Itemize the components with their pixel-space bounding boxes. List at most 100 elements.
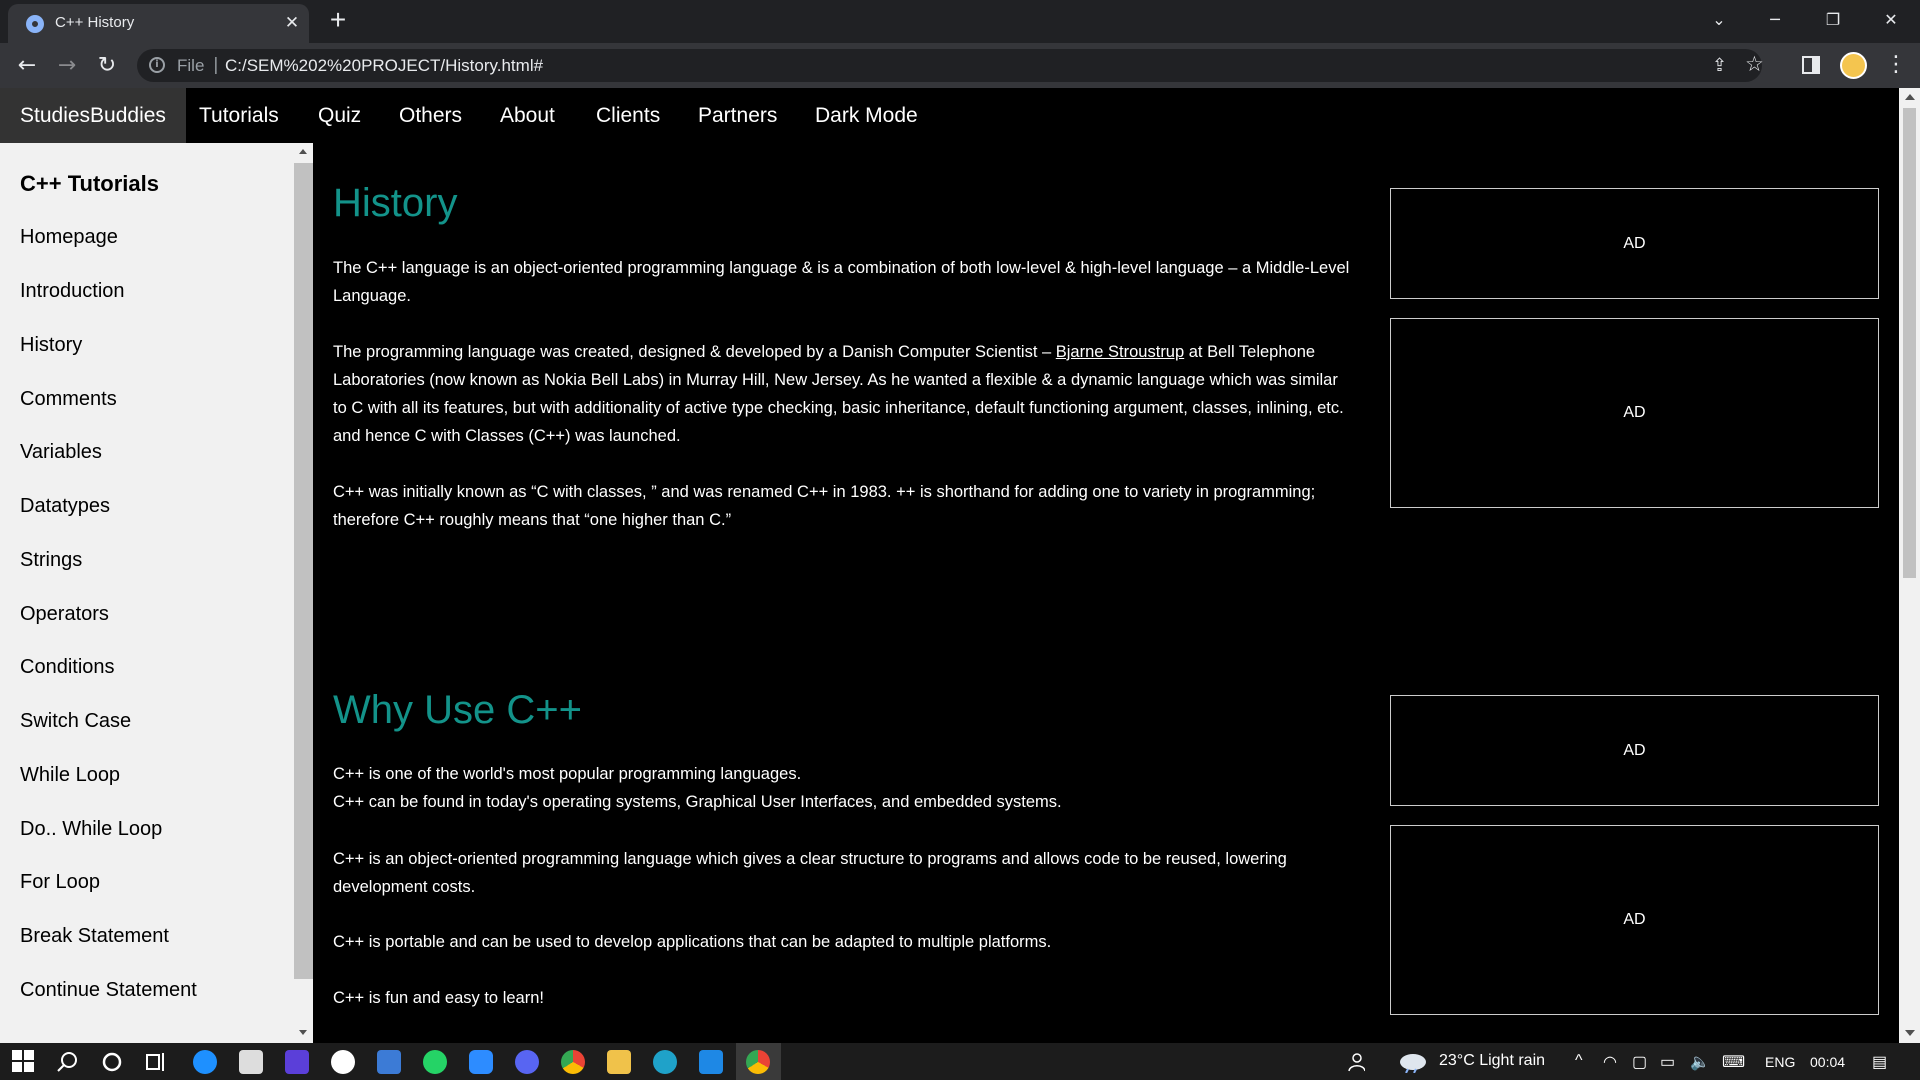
weather-cloud-icon[interactable] [1398,1051,1428,1074]
file-explorer-icon[interactable] [607,1050,631,1074]
nav-tutorials[interactable]: Tutorials [179,88,299,143]
ad-box[interactable]: AD [1390,825,1879,1015]
why-paragraph-4: C++ is portable and can be used to devel… [333,933,1052,951]
close-window-button[interactable]: ✕ [1876,6,1906,34]
why-paragraph-1: C++ is one of the world's most popular p… [333,765,802,783]
scroll-down-arrow-icon[interactable] [299,1030,307,1035]
sidebar-link-comments[interactable]: Comments [20,388,117,411]
separator: | [213,55,219,75]
keyboard-icon[interactable]: ⌨ [1722,1052,1745,1072]
ad-box[interactable]: AD [1390,188,1879,299]
people-icon[interactable] [1345,1052,1366,1072]
sidebar-title: C++ Tutorials [20,171,159,196]
why-paragraph-2: C++ can be found in today's operating sy… [333,793,1062,811]
sidebar-link-while-loop[interactable]: While Loop [20,764,120,787]
sidebar-link-conditions[interactable]: Conditions [20,656,115,679]
forward-button[interactable]: → [52,51,82,81]
sidebar-link-strings[interactable]: Strings [20,549,82,572]
weather-text[interactable]: 23°C Light rain [1439,1052,1545,1070]
paragraph-text: The programming language was created, de… [333,343,1056,361]
volume-icon[interactable]: 🔈 [1690,1052,1710,1072]
notifications-icon[interactable]: ▤ [1872,1052,1887,1072]
battery-icon[interactable]: ▭ [1660,1052,1675,1072]
edge-icon[interactable] [653,1050,677,1074]
scroll-down-arrow-icon[interactable] [1905,1030,1915,1036]
nav-dark-mode[interactable]: Dark Mode [795,88,938,143]
info-icon[interactable]: i [149,57,165,73]
tray-chevron-icon[interactable]: ^ [1575,1052,1583,1070]
back-button[interactable]: ← [12,51,42,81]
chrome-icon[interactable] [746,1050,770,1074]
app-icon[interactable] [193,1050,217,1074]
sidebar-link-introduction[interactable]: Introduction [20,280,125,303]
nav-quiz[interactable]: Quiz [298,88,381,143]
windows-start-icon[interactable] [12,1050,34,1072]
why-paragraph-3: C++ is an object-oriented programming la… [333,850,1287,896]
app-icon[interactable] [285,1050,309,1074]
sidebar-scroll-thumb[interactable] [294,163,313,979]
app-icon[interactable] [377,1050,401,1074]
bookmark-star-icon[interactable]: ☆ [1745,52,1764,76]
nav-others[interactable]: Others [379,88,482,143]
whatsapp-icon[interactable] [423,1050,447,1074]
page-scrollbar[interactable] [1899,88,1920,1043]
sidebar-link-history[interactable]: History [20,334,82,357]
sidebar: C++ Tutorials Homepage Introduction Hist… [0,143,313,1043]
sidebar-link-break-statement[interactable]: Break Statement [20,925,169,948]
ad-box[interactable]: AD [1390,318,1879,508]
sidebar-scrollbar[interactable] [294,143,313,1043]
profile-avatar[interactable] [1840,52,1867,79]
nav-partners[interactable]: Partners [678,88,797,143]
sidebar-link-switch-case[interactable]: Switch Case [20,710,131,733]
restore-button[interactable]: ❐ [1818,6,1848,34]
vscode-icon[interactable] [699,1050,723,1074]
scroll-up-arrow-icon[interactable] [1905,94,1915,100]
task-view-icon[interactable] [144,1050,168,1074]
sidebar-link-continue-statement[interactable]: Continue Statement [20,979,197,1002]
ad-box[interactable]: AD [1390,695,1879,806]
tab-search-icon[interactable]: ⌄ [1704,6,1734,34]
sidebar-link-do-while-loop[interactable]: Do.. While Loop [20,818,162,841]
nav-clients[interactable]: Clients [576,88,680,143]
share-icon[interactable]: ⇪ [1712,55,1727,76]
minimize-button[interactable]: ─ [1760,6,1790,34]
globe-icon [26,15,44,33]
url-text[interactable]: C:/SEM%202%20PROJECT/History.html# [225,56,543,76]
side-panel-icon[interactable] [1802,56,1820,74]
sidebar-link-homepage[interactable]: Homepage [20,226,118,249]
top-navigation: StudiesBuddies Tutorials Quiz Others Abo… [0,88,1899,143]
cortana-icon[interactable] [100,1050,124,1074]
browser-tab-strip: C++ History ✕ + ⌄ ─ ❐ ✕ [0,0,1920,43]
nav-brand[interactable]: StudiesBuddies [0,88,186,143]
sidebar-link-operators[interactable]: Operators [20,603,109,626]
tab-title: C++ History [55,14,135,31]
language-indicator[interactable]: ENG [1765,1054,1795,1070]
browser-menu-icon[interactable]: ⋮ [1885,51,1907,79]
page-scroll-thumb[interactable] [1903,108,1916,578]
history-paragraph-2: The programming language was created, de… [333,338,1353,450]
discord-icon[interactable] [515,1050,539,1074]
sidebar-link-for-loop[interactable]: For Loop [20,871,100,894]
zoom-icon[interactable] [469,1050,493,1074]
history-paragraph-3: C++ was initially known as “C with class… [333,483,1316,529]
history-heading: History [333,181,458,225]
browser-tab[interactable]: C++ History ✕ [8,4,309,43]
sidebar-link-datatypes[interactable]: Datatypes [20,495,110,518]
web-page: StudiesBuddies Tutorials Quiz Others Abo… [0,88,1899,1043]
address-bar[interactable]: i File | C:/SEM%202%20PROJECT/History.ht… [137,49,1764,82]
reload-button[interactable]: ↻ [92,51,122,81]
new-tab-button[interactable]: + [324,6,352,34]
close-tab-icon[interactable]: ✕ [281,12,303,34]
chrome-icon[interactable] [561,1050,585,1074]
wifi-icon[interactable]: ◠ [1603,1052,1617,1072]
scroll-up-arrow-icon[interactable] [299,149,307,154]
nav-about[interactable]: About [480,88,575,143]
device-icon[interactable]: ▢ [1632,1052,1647,1072]
bjarne-stroustrup-link[interactable]: Bjarne Stroustrup [1056,343,1184,361]
mail-icon[interactable] [239,1050,263,1074]
browser-toolbar: ← → ↻ i File | C:/SEM%202%20PROJECT/Hist… [0,43,1920,88]
xbox-icon[interactable] [331,1050,355,1074]
clock[interactable]: 00:04 [1810,1054,1845,1070]
sidebar-link-variables[interactable]: Variables [20,441,102,464]
search-icon[interactable] [56,1050,80,1074]
